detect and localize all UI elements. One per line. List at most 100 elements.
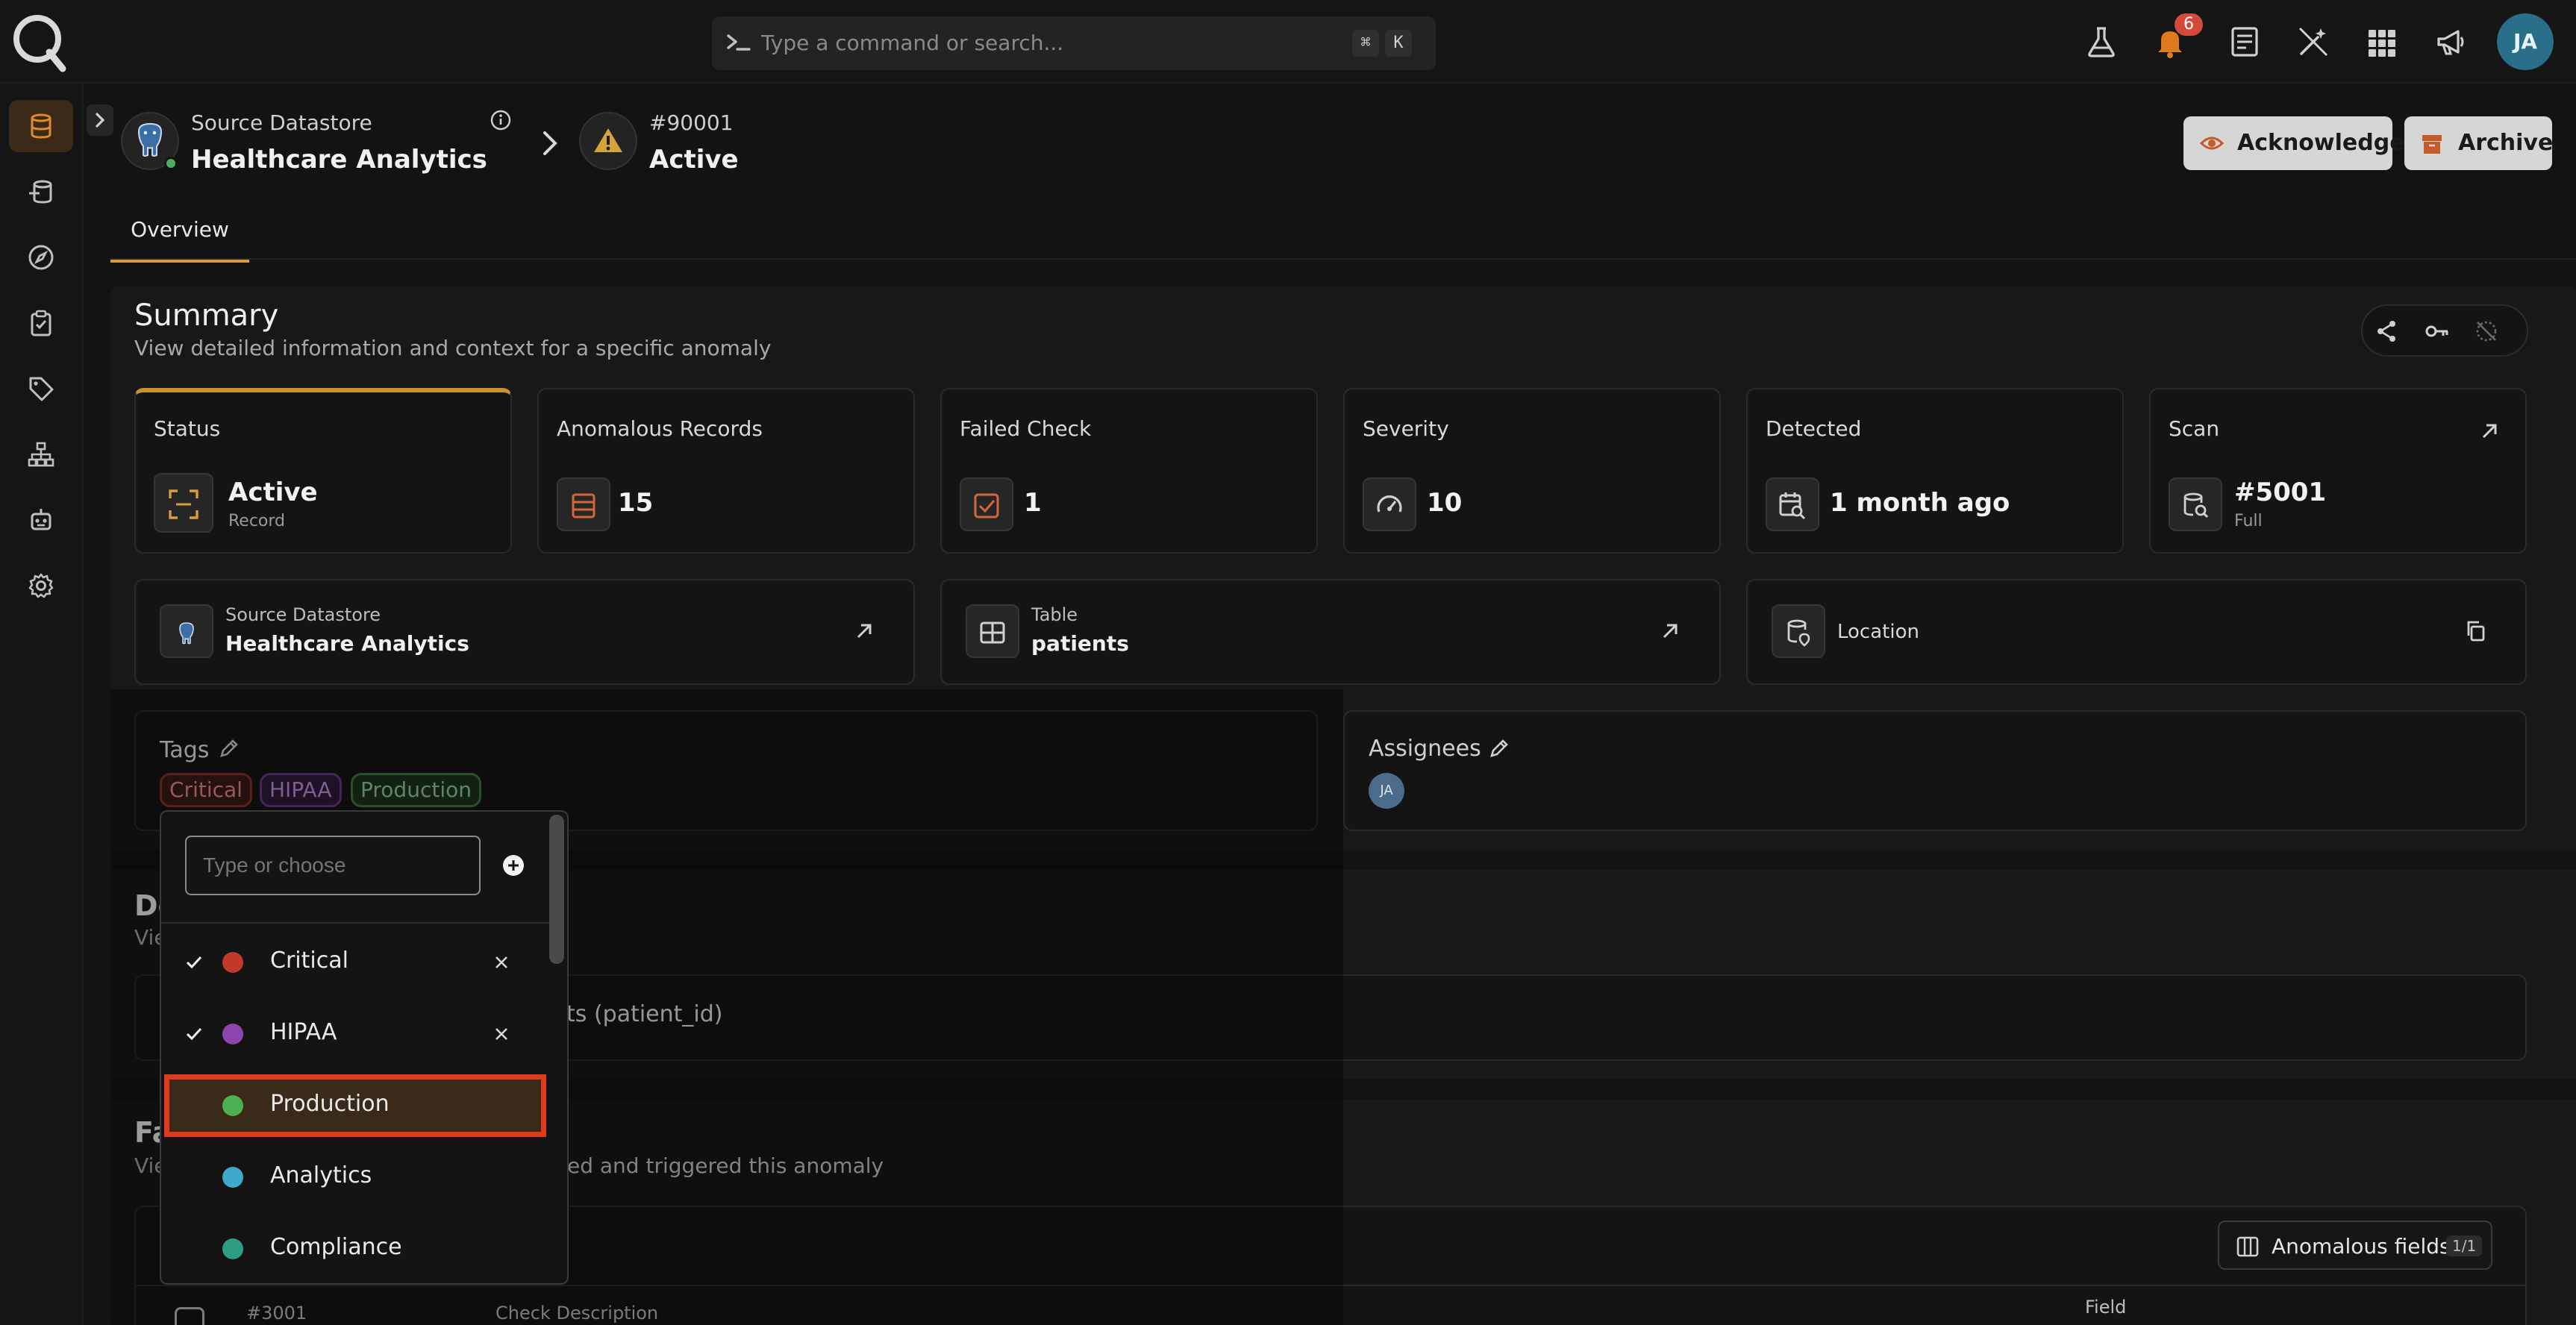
anomalous-fields-label: Anomalous fields (2272, 1234, 2451, 1259)
severity-title: Severity (1363, 416, 1449, 441)
clipboard-check-icon (31, 310, 51, 336)
info-icon[interactable] (490, 109, 512, 131)
tag-option-label: Analytics (270, 1162, 372, 1188)
warning-triangle-icon (579, 112, 637, 170)
scan-title: Scan (2169, 416, 2220, 441)
app-logo-icon[interactable] (10, 10, 67, 73)
tag-option-critical[interactable]: Critical (161, 927, 549, 995)
shortcut-k-key: K (1385, 30, 1412, 57)
anomaly-id: #90001 (649, 110, 734, 135)
top-bar: Type a command or search... ⌘ K 6 JA (0, 0, 2576, 84)
user-avatar[interactable]: JA (2497, 13, 2554, 70)
tag-option-label: Production (270, 1091, 390, 1117)
nav-datastores[interactable] (9, 100, 73, 152)
breadcrumb-datastore-name[interactable]: Healthcare Analytics (191, 145, 487, 175)
key-icon[interactable] (2422, 316, 2452, 346)
archive-icon (2422, 135, 2442, 154)
scan-sub: Full (2234, 512, 2263, 530)
open-datastore-arrow-icon[interactable] (852, 619, 876, 643)
anomalous-fields-button[interactable]: Anomalous fields 1/1 (2218, 1221, 2492, 1270)
open-scan-arrow-icon[interactable] (2477, 419, 2501, 443)
database-arrow-icon (29, 180, 52, 204)
anomalous-records-title: Anomalous Records (557, 416, 763, 441)
megaphone-icon[interactable] (2433, 24, 2469, 60)
connection-status-dot (164, 157, 178, 170)
dropdown-scrollbar[interactable] (549, 815, 564, 964)
archive-button[interactable]: Archive (2404, 116, 2553, 170)
tag-option-hipaa[interactable]: HIPAA (161, 998, 549, 1067)
tag-option-label: Critical (270, 947, 348, 974)
columns-icon (2236, 1236, 2259, 1257)
failed-check-value: 1 (1024, 488, 1042, 518)
edit-assignees-pencil-icon[interactable] (1488, 737, 1510, 759)
nav-enrichment[interactable] (9, 166, 73, 218)
nav-settings[interactable] (9, 560, 73, 612)
hide-icon[interactable] (2472, 316, 2501, 346)
chevron-right-icon (96, 113, 105, 128)
search-placeholder: Type a command or search... (761, 31, 1064, 55)
scan-value: #5001 (2234, 477, 2327, 507)
detected-title: Detected (1766, 416, 1862, 441)
anomalous-fields-count: 1/1 (2446, 1235, 2483, 1256)
compass-icon (28, 245, 54, 270)
tag-color-dot (222, 952, 243, 973)
tab-overview[interactable]: Overview (110, 200, 249, 263)
nav-explore[interactable] (9, 231, 73, 284)
remove-x-icon (495, 956, 507, 968)
dropdown-divider (161, 922, 549, 924)
tag-icon (29, 377, 54, 401)
calendar-search-icon (1766, 477, 1819, 531)
share-icon[interactable] (2372, 316, 2401, 346)
left-nav-rail (0, 84, 84, 1325)
assignee-avatar[interactable]: JA (1369, 773, 1404, 809)
command-search-bar[interactable]: Type a command or search... ⌘ K (712, 16, 1436, 70)
shortcut-cmd-key: ⌘ (1352, 30, 1379, 57)
nav-agents[interactable] (9, 494, 73, 546)
location-label: Location (1837, 621, 1919, 643)
anomalous-records-value: 15 (618, 488, 654, 518)
gear-icon (28, 573, 54, 598)
document-list-icon[interactable] (2227, 24, 2263, 60)
tag-option-compliance[interactable]: Compliance (161, 1213, 549, 1282)
database-location-icon (1772, 604, 1825, 658)
table-grid-icon (966, 604, 1019, 658)
acknowledge-button[interactable]: Acknowledge (2183, 116, 2405, 170)
open-table-arrow-icon[interactable] (1658, 619, 1682, 643)
nav-hierarchy[interactable] (9, 428, 73, 480)
magic-wand-off-icon[interactable] (2295, 24, 2331, 60)
nav-checks[interactable] (9, 297, 73, 349)
records-stack-icon (557, 477, 610, 531)
tag-color-dot (222, 1167, 243, 1188)
tag-search-input[interactable] (185, 836, 481, 895)
postgres-small-icon (160, 604, 213, 658)
tag-color-dot (222, 1238, 243, 1259)
sitemap-icon (28, 442, 54, 467)
anomaly-status: Active (649, 145, 739, 175)
tag-color-dot (222, 1024, 243, 1044)
status-card-value: Active (228, 477, 318, 507)
tag-color-dot (222, 1095, 243, 1116)
failed-check-title: Failed Check (960, 416, 1092, 441)
scan-frame-icon (154, 473, 213, 533)
copy-icon[interactable] (2464, 619, 2488, 643)
tag-option-label: HIPAA (270, 1019, 337, 1045)
terminal-prompt-icon (725, 30, 754, 57)
flask-icon[interactable] (2083, 24, 2119, 60)
tag-option-production[interactable]: Production (161, 1070, 549, 1138)
source-datastore-label: Source Datastore (225, 604, 381, 625)
remove-x-icon (495, 1028, 507, 1040)
add-tag-plus-icon[interactable] (501, 853, 525, 877)
summary-subtitle: View detailed information and context fo… (134, 336, 772, 360)
assignees-card (1343, 710, 2527, 831)
assignees-label: Assignees (1369, 736, 1481, 762)
sidebar-expand-button[interactable] (87, 104, 113, 136)
notification-count-badge: 6 (2175, 13, 2203, 36)
nav-tags[interactable] (9, 363, 73, 415)
check-square-icon (960, 477, 1013, 531)
tag-option-analytics[interactable]: Analytics (161, 1141, 549, 1210)
severity-value: 10 (1427, 488, 1463, 518)
breadcrumb-chevron-icon (539, 128, 561, 158)
table-label: Table (1031, 604, 1078, 625)
robot-icon (31, 509, 51, 530)
apps-grid-icon[interactable] (2364, 24, 2400, 60)
